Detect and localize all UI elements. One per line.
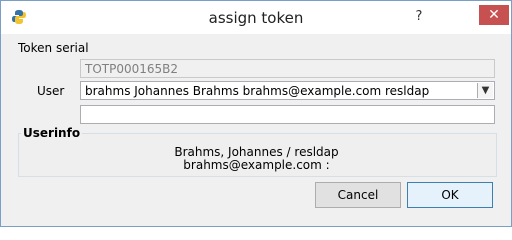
user-combobox-value: brahms Johannes Brahms brahms@example.co… xyxy=(85,84,430,98)
chevron-down-icon[interactable]: ▼ xyxy=(477,83,493,98)
userinfo-name-line: Brahms, Johannes / resldap xyxy=(174,145,339,159)
ok-button[interactable]: OK xyxy=(407,182,493,208)
token-serial-field: TOTP000165B2 xyxy=(80,59,495,78)
window-title: assign token xyxy=(208,9,304,27)
help-button[interactable]: ? xyxy=(406,7,432,27)
userinfo-title: Userinfo xyxy=(21,126,83,140)
close-button[interactable]: ✕ xyxy=(479,5,509,25)
user-label: User xyxy=(37,84,65,98)
assign-token-dialog: assign token ? ✕ Token serial TOTP000165… xyxy=(0,0,512,227)
userinfo-email-line: brahms@example.com : xyxy=(183,158,330,172)
user-combobox[interactable]: brahms Johannes Brahms brahms@example.co… xyxy=(80,81,495,100)
token-serial-label: Token serial xyxy=(18,41,89,55)
title-bar: assign token ? ✕ xyxy=(1,1,511,34)
extra-input[interactable] xyxy=(80,105,495,124)
cancel-button[interactable]: Cancel xyxy=(315,182,401,208)
